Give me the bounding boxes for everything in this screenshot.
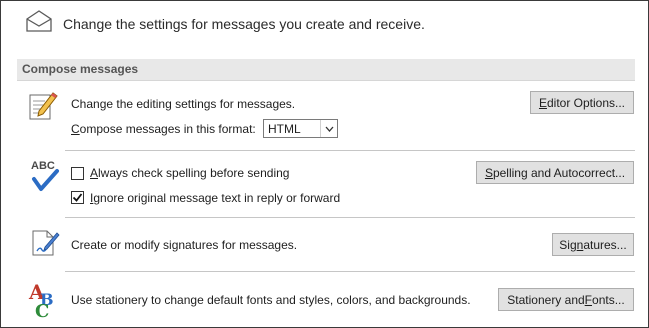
compose-format-select[interactable]: HTML: [263, 119, 338, 138]
options-panel: Change the settings for messages you cre…: [0, 0, 649, 328]
signatures-description: Create or modify signatures for messages…: [71, 238, 298, 252]
compose-format-value: HTML: [268, 122, 301, 136]
compose-format-label: Compose messages in this format:: [71, 122, 256, 136]
envelope-icon: [25, 9, 53, 33]
separator: [65, 217, 635, 218]
separator: [65, 150, 635, 151]
spelling-autocorrect-mnemonic: S: [484, 165, 493, 180]
checkmark-icon: [72, 193, 83, 202]
compose-format-mnemonic: C: [71, 122, 80, 136]
stationery-mnemonic: F: [584, 292, 593, 307]
always-check-spelling-label[interactable]: Always check spelling before sending: [90, 166, 289, 180]
stationery-abc-icon: A B C: [27, 280, 61, 322]
signature-pen-icon: [29, 227, 61, 259]
spelling-autocorrect-button[interactable]: Spelling and Autocorrect...: [476, 161, 634, 184]
edit-pencil-icon: [27, 89, 59, 121]
editor-options-mnemonic: E: [538, 95, 547, 110]
always-check-spelling-checkbox[interactable]: [71, 167, 84, 180]
signatures-label-rest: atures...: [583, 237, 627, 252]
header-description: Change the settings for messages you cre…: [63, 16, 425, 32]
stationery-label-prefix: Stationery and: [507, 292, 585, 307]
abc-check-icon: ABC: [29, 157, 61, 195]
always-check-mnemonic: A: [90, 166, 99, 180]
signatures-label-prefix: Sig: [559, 237, 577, 252]
chevron-down-icon[interactable]: [320, 120, 337, 137]
svg-text:C: C: [35, 301, 49, 319]
stationery-label-rest: onts...: [592, 292, 625, 307]
stationery-description: Use stationery to change default fonts a…: [71, 293, 471, 307]
abc-icon-text: ABC: [31, 160, 55, 172]
spelling-autocorrect-label: pelling and Autocorrect...: [492, 165, 626, 180]
editor-options-label: ditor Options...: [546, 95, 626, 110]
always-check-text: lways check spelling before sending: [98, 166, 290, 180]
stationery-fonts-button[interactable]: Stationery and Fonts...: [498, 288, 634, 311]
signatures-mnemonic: n: [576, 237, 584, 252]
separator: [65, 271, 635, 272]
ignore-original-text-checkbox[interactable]: [71, 191, 84, 204]
section-header: Compose messages: [17, 59, 635, 81]
compose-format-label-text: ompose messages in this format:: [79, 122, 256, 136]
ignore-text: gnore original message text in reply or …: [93, 191, 341, 205]
section-title: Compose messages: [22, 62, 139, 76]
signatures-button[interactable]: Sig n atures...: [552, 233, 634, 256]
editing-description: Change the editing settings for messages…: [71, 97, 296, 111]
ignore-original-text-label[interactable]: Ignore original message text in reply or…: [90, 191, 340, 205]
editor-options-button[interactable]: Editor Options...: [530, 91, 634, 114]
